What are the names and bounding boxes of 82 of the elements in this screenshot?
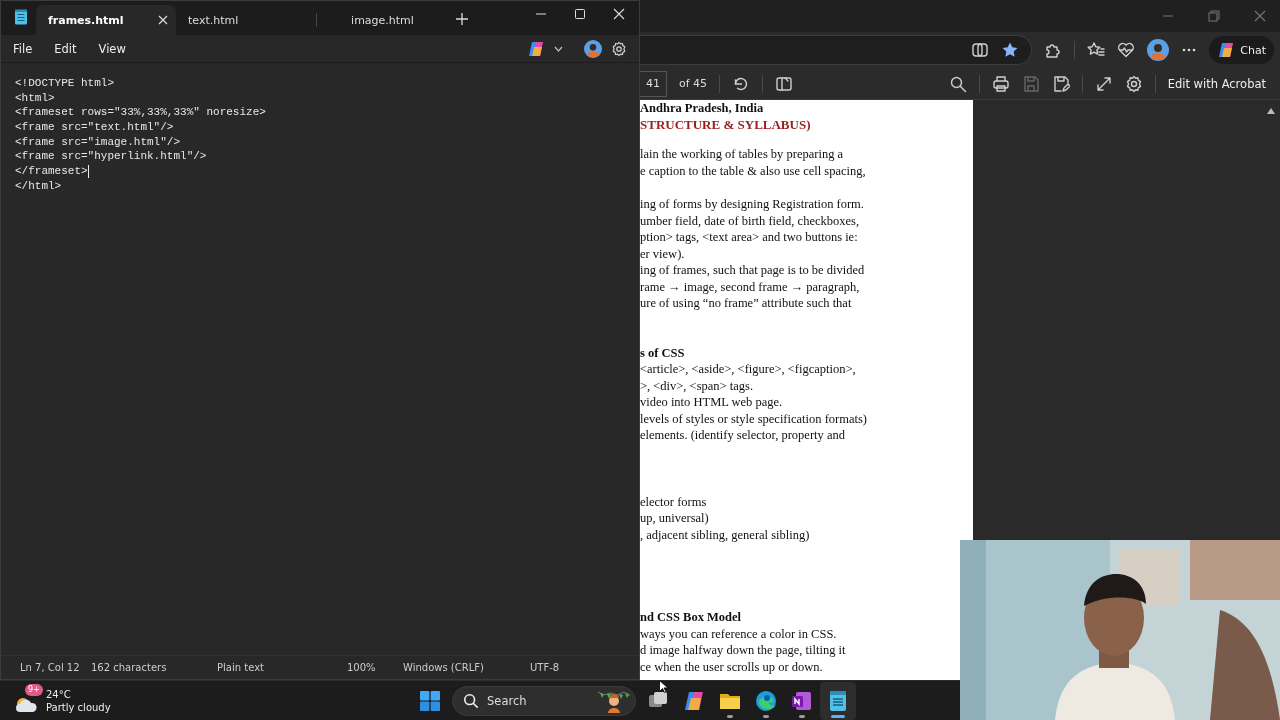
section-heading: s of CSS xyxy=(640,344,685,361)
code-line: </html> xyxy=(15,178,62,194)
text-line: up, universal) xyxy=(640,510,709,527)
restore-icon[interactable] xyxy=(1208,10,1220,22)
file-tab[interactable]: frames.html xyxy=(36,5,176,35)
menu-item[interactable]: Edit xyxy=(46,38,85,59)
menu-item[interactable]: View xyxy=(90,38,134,59)
temperature: 24°C xyxy=(46,687,72,701)
text-line: ways you can reference a color in CSS. xyxy=(640,625,837,642)
status-item: Plain text xyxy=(217,662,265,673)
status-item: UTF-8 xyxy=(530,662,561,673)
menu-item[interactable]: File xyxy=(5,38,41,59)
text-line: ing of forms by designing Registration form. xyxy=(640,196,864,213)
text-line: levels of styles or style specification formats) xyxy=(640,410,868,427)
settings-icon[interactable] xyxy=(1124,74,1143,93)
code-line: <frame src="image.html"/> xyxy=(15,134,181,150)
save-icon xyxy=(1021,74,1040,93)
search-box[interactable]: Search xyxy=(452,685,636,716)
status-item: Windows (CRLF) xyxy=(403,662,485,673)
new-tab-icon[interactable] xyxy=(456,13,468,25)
notepad-icon[interactable] xyxy=(827,689,849,712)
text-line: >, <div>, <span> tags. xyxy=(640,377,754,394)
text-line: er view). xyxy=(640,245,685,262)
settings-icon[interactable] xyxy=(611,40,627,57)
notepad-icon xyxy=(14,9,28,25)
text-line: ure of using “no frame” attribute such that xyxy=(640,295,852,312)
status-item: 162 characters xyxy=(91,662,168,673)
profile-avatar-icon[interactable] xyxy=(1147,39,1170,61)
copilot-icon xyxy=(1217,41,1236,59)
code-line: </frameset> xyxy=(15,164,88,179)
page-count: of 45 xyxy=(679,77,708,90)
puzzle-icon[interactable] xyxy=(1044,41,1063,59)
favorite-star-icon[interactable] xyxy=(1001,41,1020,59)
notebook-icon[interactable] xyxy=(791,689,813,712)
text-line: ing of frames, such that page is to be divided xyxy=(640,262,865,279)
section-heading: nd CSS Box Model xyxy=(640,609,742,626)
search-icon[interactable] xyxy=(948,74,967,93)
text-line: umber field, date of birth field, checkboxes, xyxy=(640,212,860,229)
code-line: <!DOCTYPE html> xyxy=(15,76,115,91)
copilot-icon[interactable] xyxy=(683,689,705,712)
browser-icon[interactable] xyxy=(755,689,777,712)
code-line: <frame src="hyperlink.html"/> xyxy=(15,149,207,165)
expand-icon[interactable] xyxy=(1094,74,1113,93)
text-line: lain the working of tables by preparing a xyxy=(640,146,844,163)
text-line: video into HTML web page. xyxy=(640,394,783,411)
split-screen-icon[interactable] xyxy=(971,41,990,59)
print-icon[interactable] xyxy=(991,74,1010,93)
code-line: <frame src="text.html"/> xyxy=(15,120,174,135)
profile-avatar-icon[interactable] xyxy=(584,39,602,58)
maximize-icon[interactable] xyxy=(574,8,586,20)
chat-button[interactable]: Chat xyxy=(1209,36,1274,64)
health-heart-icon[interactable] xyxy=(1117,41,1136,59)
text-line: elements. (identify selector, property and xyxy=(640,427,845,444)
search-icon xyxy=(463,692,479,709)
file-tab[interactable]: text.html xyxy=(176,5,316,35)
text-line: , adjacent sibling, general sibling) xyxy=(640,526,810,543)
code-line: <html> xyxy=(15,90,55,106)
page-view-icon[interactable] xyxy=(775,74,794,93)
text-line: d image halfway down the page, tilting it xyxy=(640,642,846,659)
file-tab[interactable]: image.html xyxy=(316,13,456,27)
document-subtitle: STRUCTURE & SYLLABUS) xyxy=(640,116,811,133)
text-line: e caption to the table & also use cell spacing, xyxy=(640,162,866,179)
start-icon[interactable] xyxy=(420,690,440,711)
weather-condition: Partly cloudy xyxy=(46,700,111,714)
save-as-icon[interactable] xyxy=(1051,74,1070,93)
code-line: <frameset rows="33%,33%,33%" noresize> xyxy=(15,105,266,121)
status-item: Ln 7, Col 12 xyxy=(20,662,81,673)
text-line: ce when the user scrolls up or down. xyxy=(640,658,823,675)
favorites-icon[interactable] xyxy=(1087,41,1106,59)
text-line: elector forms xyxy=(640,493,707,510)
scroll-up-icon[interactable] xyxy=(1267,108,1275,114)
edit-with-acrobat-button[interactable]: Edit with Acrobat xyxy=(1167,76,1266,91)
text-editor[interactable]: <!DOCTYPE html> <html> <frameset rows="33%,33%,33%" noresize> <frame src="text.html"/> <frame src="image.html"/> <frame src="hyperlink.html"/> </frameset> </html> xyxy=(1,63,639,655)
caret-icon[interactable] xyxy=(554,45,563,52)
close-tab-icon[interactable] xyxy=(158,15,168,25)
text-line: rame → image, second frame → paragraph, xyxy=(640,278,860,295)
text-line: <article>, <aside>, <figure>, <figcaption>, xyxy=(640,361,856,378)
section-heading: Andhra Pradesh, India xyxy=(640,100,764,117)
copilot-icon[interactable] xyxy=(527,39,545,58)
text-line: ption> tags, <text area> and two buttons ie: xyxy=(640,229,858,246)
notification-badge: 9+ xyxy=(25,683,43,696)
status-item: 100% xyxy=(347,662,377,673)
